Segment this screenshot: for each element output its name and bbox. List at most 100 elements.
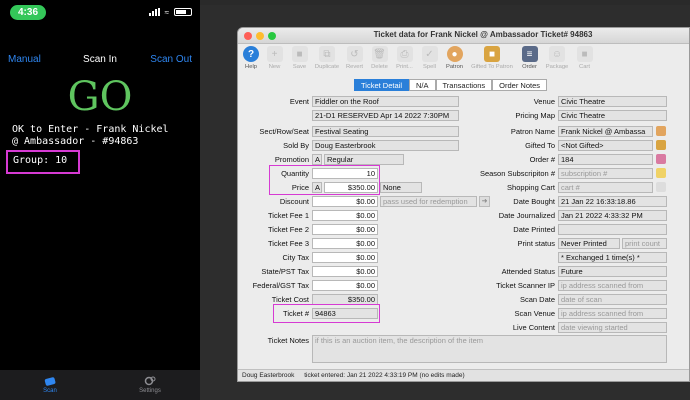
fedtax-field[interactable]: $0.00 <box>312 280 378 291</box>
cart-icon: ■ <box>576 46 593 62</box>
status-time: 4:36 <box>10 4 47 20</box>
patron-field[interactable]: Frank Nickel @ Ambassa <box>558 126 653 137</box>
spell-label: Spell <box>423 64 436 70</box>
promotion-code-field[interactable]: A <box>312 154 322 165</box>
tab-settings-label: Settings <box>139 388 161 394</box>
window-footer: Doug Easterbrook ticket entered: Jan 21 … <box>238 369 689 381</box>
soldby-field[interactable]: Doug Easterbrook <box>312 140 459 151</box>
package-button[interactable]: ☺ Package <box>542 46 572 78</box>
signal-icon <box>148 8 160 16</box>
patron-button[interactable]: ● Patron <box>442 46 467 78</box>
citytax-field[interactable]: $0.00 <box>312 252 378 263</box>
ticketnotes-label: Ticket Notes <box>267 336 309 345</box>
gifted-field[interactable]: <Not Gifted> <box>558 140 653 151</box>
season-field[interactable]: subscription # <box>558 168 653 179</box>
window-titlebar: Ticket data for Frank Nickel @ Ambassado… <box>238 28 689 44</box>
new-button[interactable]: + New <box>262 46 287 78</box>
exchanged-field[interactable]: * Exchanged 1 time(s) * <box>558 252 667 263</box>
save-label: Save <box>292 64 307 70</box>
gifted-label: Gifted To Patron <box>471 64 513 70</box>
event-field[interactable]: Fiddler on the Roof <box>312 96 459 107</box>
attended-field[interactable]: Future <box>558 266 667 277</box>
pricingmap-field[interactable]: Civic Theatre <box>558 110 667 121</box>
tab-ticket-detail[interactable]: Ticket Detail <box>354 79 409 91</box>
patron-lookup-icon[interactable] <box>656 126 666 136</box>
status-bar: 4:36 ≈ <box>0 0 200 24</box>
window-title: Ticket data for Frank Nickel @ Ambassado… <box>373 30 593 39</box>
scannerip-field[interactable]: ip address scanned from <box>558 280 667 291</box>
statetax-label: State/PST Tax <box>261 267 309 276</box>
tab-bar: Scan Settings <box>0 370 200 400</box>
duplicate-button[interactable]: ⧉ Duplicate <box>312 46 342 78</box>
scandate-field[interactable]: date of scan <box>558 294 667 305</box>
printcount-field[interactable]: print count <box>622 238 667 249</box>
datejournalized-field[interactable]: Jan 21 2022 4:33:32 PM <box>558 210 667 221</box>
fee2-field[interactable]: $0.00 <box>312 224 378 235</box>
patron-label: Patron Name <box>510 127 555 136</box>
venue-field[interactable]: Civic Theatre <box>558 96 667 107</box>
fee1-field[interactable]: $0.00 <box>312 210 378 221</box>
order-field[interactable]: 184 <box>558 154 653 165</box>
print-label: Print... <box>396 64 413 70</box>
minimize-button[interactable] <box>256 32 264 40</box>
revert-icon: ↺ <box>346 46 363 62</box>
tab-scan[interactable]: Scan <box>0 370 100 400</box>
cart-field[interactable]: cart # <box>558 182 653 193</box>
status-icons: ≈ <box>148 8 192 17</box>
spell-button[interactable]: ✓ Spell <box>417 46 442 78</box>
cart-button[interactable]: ■ Cart <box>572 46 597 78</box>
cart-label: Cart <box>579 64 590 70</box>
promotion-field[interactable]: Regular <box>324 154 404 165</box>
livecontent-field[interactable]: date viewing started <box>558 322 667 333</box>
performance-field[interactable]: 21-D1 RESERVED Apr 14 2022 7:30PM <box>312 110 459 121</box>
delete-button[interactable]: 🗑 Delete <box>367 46 392 78</box>
season-lookup-icon[interactable] <box>656 168 666 178</box>
discount-field[interactable]: $0.00 <box>312 196 378 207</box>
ticketcost-label: Ticket Cost <box>271 295 309 304</box>
save-button[interactable]: ■ Save <box>287 46 312 78</box>
tab-na[interactable]: N/A <box>408 79 436 91</box>
tab-transactions[interactable]: Transactions <box>435 79 493 91</box>
discount-label: Discount <box>279 197 309 206</box>
sect-field[interactable]: Festival Seating <box>312 126 459 137</box>
tab-settings[interactable]: Settings <box>100 370 200 400</box>
price-note-field[interactable]: None <box>380 182 422 193</box>
tab-order-notes[interactable]: Order Notes <box>492 79 548 91</box>
help-label: Help <box>245 64 257 70</box>
ticket-form: Event Fiddler on the Roof 21-D1 RESERVED… <box>238 92 689 372</box>
fee3-field[interactable]: $0.00 <box>312 238 378 249</box>
help-button[interactable]: ? Help <box>240 46 262 78</box>
dateprinted-field[interactable] <box>558 224 667 235</box>
scannerip-label: Ticket Scanner IP <box>496 281 555 290</box>
group-count: Group: 10 <box>13 155 68 166</box>
duplicate-label: Duplicate <box>314 64 340 70</box>
print-button[interactable]: ⎙ Print... <box>392 46 417 78</box>
attended-label: Attended Status <box>501 267 555 276</box>
soldby-label: Sold By <box>283 141 309 150</box>
gifted-to-patron-button[interactable]: ■ Gifted To Patron <box>467 46 517 78</box>
ticketnotes-field[interactable]: if this is an auction item, the descript… <box>312 335 667 363</box>
scandate-label: Scan Date <box>519 295 555 304</box>
cart-lookup-icon[interactable] <box>656 182 666 192</box>
cart-label: Shopping Cart <box>507 183 555 192</box>
printstatus-label: Print status <box>517 239 555 248</box>
statetax-field[interactable]: $0.00 <box>312 266 378 277</box>
new-icon: + <box>266 46 283 62</box>
maximize-button[interactable] <box>268 32 276 40</box>
scan-out-button[interactable]: Scan Out <box>150 54 192 65</box>
dateprinted-label: Date Printed <box>513 225 555 234</box>
package-icon: ☺ <box>549 46 565 62</box>
spell-icon: ✓ <box>421 46 438 62</box>
order-lookup-icon[interactable] <box>656 154 666 164</box>
close-button[interactable] <box>244 32 252 40</box>
redemption-field[interactable]: pass used for redemption <box>380 196 477 207</box>
printstatus-field[interactable]: Never Printed <box>558 238 620 249</box>
scanvenue-field[interactable]: ip address scanned from <box>558 308 667 319</box>
gift-lookup-icon[interactable] <box>656 140 666 150</box>
datebought-field[interactable]: 21 Jan 22 16:33:18.86 <box>558 196 667 207</box>
order-button[interactable]: ≡ Order <box>517 46 542 78</box>
phone-screen: 4:36 ≈ Manual Scan In Scan Out GO OK to … <box>0 0 200 400</box>
sect-label: Sect/Row/Seat <box>259 127 309 136</box>
tab-scan-label: Scan <box>43 388 57 394</box>
revert-button[interactable]: ↺ Revert <box>342 46 367 78</box>
